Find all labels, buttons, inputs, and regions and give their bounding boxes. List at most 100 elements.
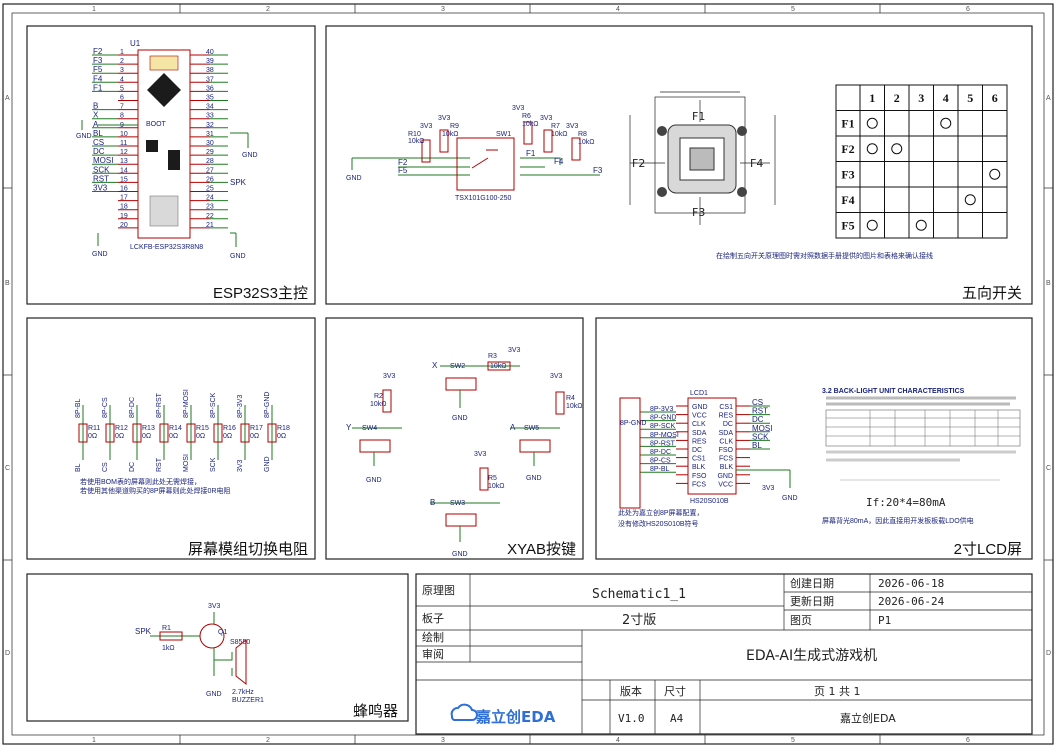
svg-text:X: X — [432, 361, 438, 370]
esp-pin-num: 6 — [120, 95, 124, 102]
svg-text:3.2 BACK-LIGHT UNIT CHARACTER: 3.2 BACK-LIGHT UNIT CHARACTERISTICS — [822, 388, 965, 395]
lcd-pin-name: CLK — [719, 438, 733, 445]
panel-screen-resistors: 屏幕模组切换电阻 R110Ω8P-BLBLR120Ω8P-CSCSR130Ω8P… — [26, 317, 316, 560]
resist-note-1: 若使用BOM表的屏幕则此处无需焊接， — [80, 477, 201, 486]
title-block: 原理图 Schematic1_1 板子 2寸版 绘制 审阅 创建日期 2026-… — [415, 573, 1033, 735]
table-col-header: 2 — [894, 91, 900, 105]
panel-title-buzzer: 蜂鸣器 — [353, 703, 398, 720]
svg-text:10kΩ: 10kΩ — [566, 403, 583, 410]
esp-pin-num: 13 — [120, 158, 128, 165]
panel-xyab-keys: XYAB按键 X R3 10kΩ 3V3 SW2 GND Y R2 10kΩ 3… — [325, 317, 584, 560]
esp-net-label: BL — [93, 129, 103, 138]
ruler-col-2: 2 — [266, 6, 270, 13]
esp-pin-num: 17 — [120, 195, 128, 202]
svg-text:If:20*4=80mA: If:20*4=80mA — [866, 496, 946, 509]
lcd-pin-name: VCC — [718, 481, 733, 488]
ruler-col-6: 6 — [966, 6, 970, 13]
svg-text:SW2: SW2 — [450, 363, 465, 370]
resist-note-2: 若使用其他渠道购买的8P屏幕则此处焊接0R电阻 — [80, 486, 231, 495]
esp-left-pins: 1234567891011121314151617181920 — [118, 49, 138, 229]
lcd-note-1: 此处为嘉立创8P屏幕配置， — [618, 508, 704, 517]
lcd-net-8p: 8P-RST — [650, 440, 676, 447]
svg-text:3V3: 3V3 — [438, 115, 451, 122]
svg-text:SW3: SW3 — [450, 500, 465, 507]
resist-net-bottom: 3V3 — [237, 459, 244, 472]
esp-net-label: F2 — [93, 47, 103, 56]
esp-pin-num: 14 — [120, 167, 128, 174]
tb-key-draw: 绘制 — [422, 630, 444, 644]
ruler-col-5: 5 — [791, 6, 795, 13]
svg-text:B: B — [430, 498, 435, 507]
lcd-net-8p: 8P-CS — [650, 458, 671, 465]
ruler-col-3: 3 — [441, 6, 445, 13]
lcd-pin-name: SDA — [692, 430, 707, 437]
esp-net-label: F4 — [93, 74, 103, 83]
resist-net-bottom: BL — [75, 463, 82, 472]
svg-text:R6: R6 — [522, 113, 531, 120]
svg-text:GND: GND — [242, 152, 258, 159]
svg-text:GND: GND — [346, 175, 362, 182]
resistor-ref: R11 — [88, 425, 100, 432]
esp-net-label: DC — [93, 147, 105, 156]
table-col-header: 6 — [992, 91, 998, 105]
resist-net-bottom: GND — [264, 456, 271, 472]
svg-text:Y: Y — [346, 423, 352, 432]
table-mark — [915, 219, 927, 231]
esp-net-label: RST — [93, 174, 109, 183]
resistor-value: 0Ω — [115, 433, 124, 440]
table-row-header: F1 — [841, 116, 854, 130]
switch-truth-table: 1 2 3 4 5 6 F1 F2 F3 F4 F5 — [835, 84, 1008, 239]
lcd-note-2: 没有修改HS20S010B符号 — [618, 519, 699, 528]
table-mark — [866, 219, 878, 231]
svg-text:GND: GND — [452, 415, 468, 422]
panel-five-way-switch: 五向开关 GND F2 F5 F1 F4 F3 R10 10kΩ R9 10kΩ… — [325, 25, 1033, 305]
lcd-pin-name: DC — [723, 421, 733, 428]
esp-net-label: SCK — [93, 165, 110, 174]
svg-text:3V3: 3V3 — [550, 373, 563, 380]
resistor-ref: R13 — [142, 425, 155, 432]
lcd-net-8p: 8P-GND — [650, 415, 676, 422]
svg-text:10kΩ: 10kΩ — [442, 131, 459, 138]
svg-text:R3: R3 — [488, 353, 497, 360]
table-row-header: F3 — [841, 167, 854, 181]
svg-text:1: 1 — [92, 737, 96, 744]
svg-text:SPK: SPK — [135, 627, 152, 636]
panel-title-resistors: 屏幕模组切换电阻 — [188, 541, 308, 558]
switch-mechanical-drawing: F1 F3 F2 F4 — [629, 91, 776, 225]
tb-company: 嘉立创EDA — [840, 711, 896, 725]
tb-key-size: 尺寸 — [664, 684, 686, 698]
resistor-ref: R16 — [223, 425, 236, 432]
resistor-ref: R15 — [196, 425, 209, 432]
table-mark — [866, 143, 878, 155]
esp-net-label: B — [93, 102, 98, 111]
svg-text:GND: GND — [526, 475, 542, 482]
svg-text:F4: F4 — [750, 157, 763, 170]
svg-text:R8: R8 — [578, 131, 587, 138]
lcd-pin-name: CS1 — [719, 404, 733, 411]
tb-val-schem: Schematic1_1 — [592, 587, 686, 602]
esp-net-label: F3 — [93, 56, 103, 65]
svg-text:F3: F3 — [692, 206, 705, 219]
lcd-pin-name: GND — [717, 473, 733, 480]
boot-label: BOOT — [146, 121, 167, 128]
tb-key-board: 板子 — [422, 611, 444, 625]
svg-text:A: A — [510, 423, 516, 432]
svg-text:10kΩ: 10kΩ — [578, 139, 595, 146]
table-row-header: F2 — [841, 142, 854, 156]
panel-esp32: ESP32S3主控 U1 BOOT 1234567891011121314151… — [26, 25, 316, 305]
svg-text:10kΩ: 10kΩ — [408, 138, 425, 145]
resist-net-top: 8P-MOSI — [183, 389, 190, 418]
lcd-pin-name: GND — [692, 404, 708, 411]
tb-key-created: 创建日期 — [790, 576, 834, 590]
svg-text:F4: F4 — [554, 157, 564, 166]
panel-title-keys: XYAB按键 — [507, 541, 576, 558]
ruler-col-4: 4 — [616, 6, 620, 13]
tb-key-review: 审阅 — [422, 647, 444, 661]
jlc-eda-logo: 嘉立创EDA — [450, 703, 556, 726]
panel-title-lcd: 2寸LCD屏 — [954, 541, 1022, 558]
ruler-row-c: C — [5, 465, 10, 472]
lcd-net-8p: 8P-SCK — [650, 423, 676, 430]
svg-text:GND: GND — [782, 495, 798, 502]
lcd-pin-name: CS1 — [692, 456, 706, 463]
resist-net-bottom: MOSI — [183, 454, 190, 472]
